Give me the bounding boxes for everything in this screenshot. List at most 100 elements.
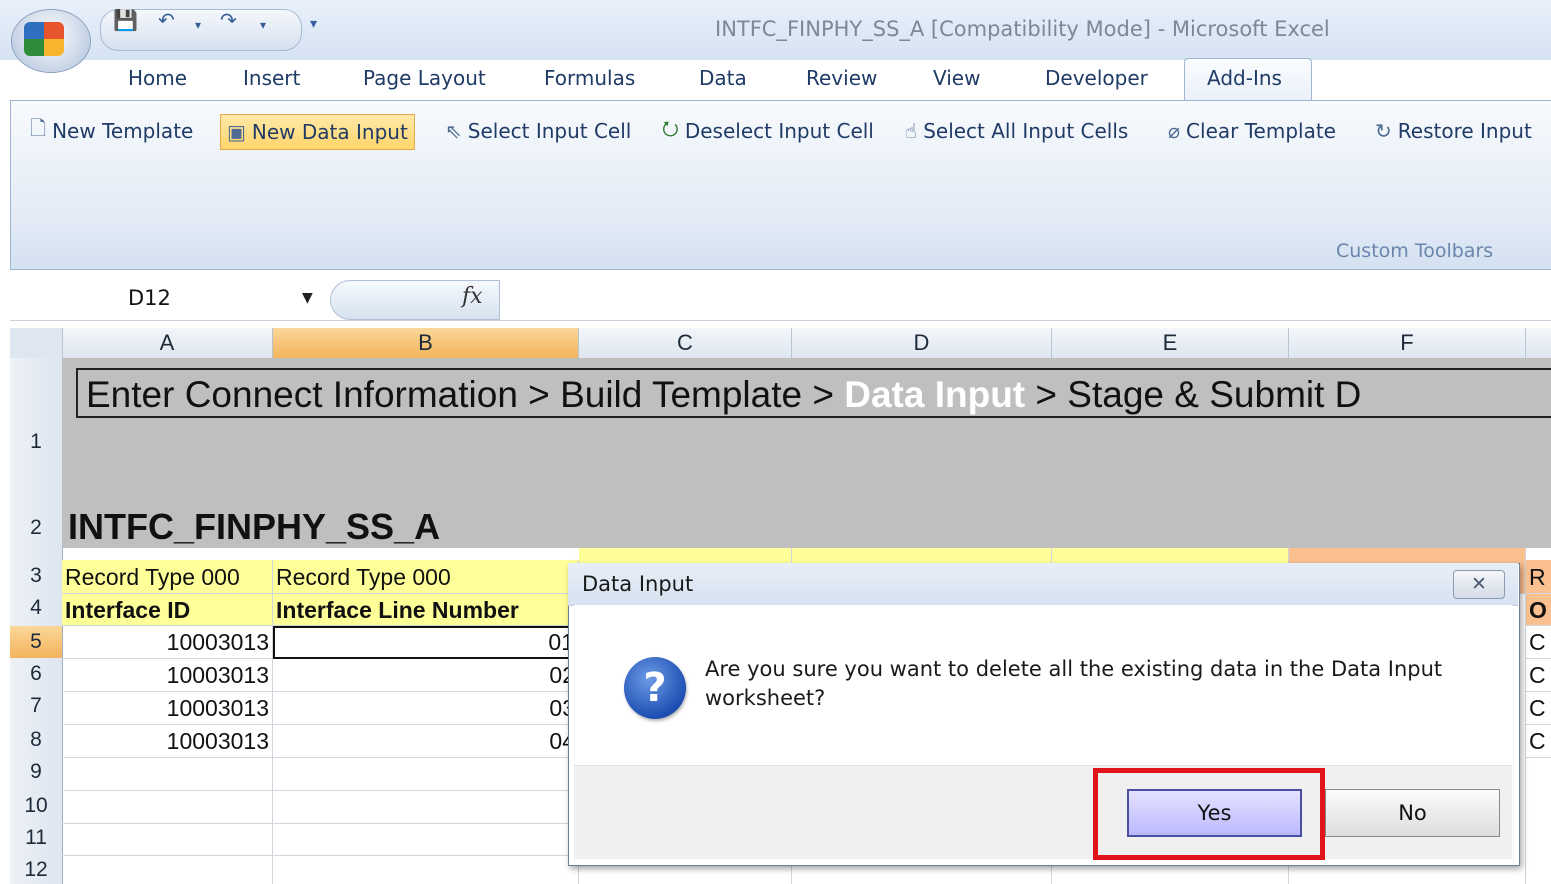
save-icon[interactable]: 💾 (113, 8, 138, 32)
wizard-step-current: Data Input (844, 374, 1026, 415)
select-all-input-cells-button[interactable]: ☝ Select All Input Cells (905, 114, 1128, 148)
sheet-title: INTFC_FINPHY_SS_A (68, 506, 441, 547)
row-header-5[interactable]: 5 (10, 626, 62, 658)
column-header-c[interactable]: C (579, 328, 792, 358)
select-all-corner[interactable] (10, 328, 63, 358)
select-input-cell-button[interactable]: ⇖ Select Input Cell (445, 114, 631, 148)
tab-view[interactable]: View (933, 66, 980, 90)
cell-b3[interactable]: Record Type 000 (273, 560, 579, 594)
cell-b11[interactable] (273, 824, 579, 856)
new-data-input-button[interactable]: ▣ New Data Input (220, 114, 415, 150)
redo-icon[interactable]: ↷ (220, 8, 237, 32)
column-header-f[interactable]: F (1289, 328, 1526, 358)
question-icon: ? (624, 657, 686, 719)
cell-b10[interactable] (273, 791, 579, 824)
cell-g3[interactable]: R (1526, 560, 1551, 594)
dialog-title: Data Input (582, 572, 694, 596)
row-header-10[interactable]: 10 (10, 794, 62, 818)
wizard-step-next: > Stage & Submit D (1025, 374, 1362, 415)
cell-a10[interactable] (62, 791, 273, 824)
deselect-input-cell-button[interactable]: ⭮ Deselect Input Cell (662, 114, 874, 148)
name-box-value: D12 (128, 286, 171, 310)
customize-qat-icon[interactable]: ▾ (310, 16, 317, 32)
tab-insert[interactable]: Insert (243, 66, 300, 90)
restore-input-button[interactable]: ↻ Restore Input (1375, 114, 1532, 148)
row-header-9[interactable]: 9 (10, 760, 62, 784)
undo-dropdown-icon[interactable]: ▾ (195, 18, 201, 32)
deselect-input-cell-label: Deselect Input Cell (684, 119, 874, 143)
tab-formulas[interactable]: Formulas (544, 66, 635, 90)
insert-function-button[interactable]: fx (462, 284, 483, 309)
row-header-4[interactable]: 4 (10, 596, 62, 620)
row-header-2[interactable]: 2 (10, 516, 62, 540)
cell-b4[interactable]: Interface Line Number (273, 594, 579, 626)
tab-add-ins[interactable]: Add-Ins (1207, 66, 1282, 90)
column-header-b[interactable]: B (273, 328, 579, 358)
cell-a5[interactable]: 10003013 (62, 626, 273, 659)
yes-button[interactable]: Yes (1127, 789, 1302, 837)
cell-g4[interactable]: O (1526, 594, 1551, 626)
ribbon-group-label: Custom Toolbars (1336, 240, 1494, 262)
hand-pointer-icon: ☝ (905, 119, 918, 143)
tab-data[interactable]: Data (699, 66, 747, 90)
cell-a6[interactable]: 10003013 (62, 659, 273, 692)
tab-review[interactable]: Review (806, 66, 877, 90)
row-header-8[interactable]: 8 (10, 728, 62, 752)
row-header-12[interactable]: 12 (10, 858, 62, 882)
dialog-message: Are you sure you want to delete all the … (705, 657, 1443, 710)
cell-a11[interactable] (62, 824, 273, 856)
select-input-cell-label: Select Input Cell (467, 119, 632, 143)
document-icon: 🗋 (30, 116, 47, 140)
cell-g7[interactable]: C (1526, 692, 1551, 725)
cell-g5[interactable]: C (1526, 626, 1551, 659)
cell-a7[interactable]: 10003013 (62, 692, 273, 725)
cell-a8[interactable]: 10003013 (62, 725, 273, 758)
undo-icon[interactable]: ↶ (158, 8, 175, 32)
clear-template-label: Clear Template (1186, 119, 1336, 143)
cell-g6[interactable]: C (1526, 659, 1551, 692)
wizard-step-completed: Enter Connect Information > Build Templa… (86, 374, 845, 415)
new-template-button[interactable]: 🗋 New Template (30, 114, 193, 148)
cell-b5-active[interactable]: 01 (273, 626, 579, 659)
cell-b12[interactable] (273, 856, 579, 884)
cell-b6[interactable]: 02 (273, 659, 579, 692)
row-header-1[interactable]: 1 (10, 430, 62, 454)
redo-dropdown-icon[interactable]: ▾ (260, 18, 266, 32)
deselect-icon: ⭮ (662, 116, 679, 140)
row-header-7[interactable]: 7 (10, 694, 62, 718)
dialog-title-bar[interactable] (568, 563, 1518, 606)
cell-a12[interactable] (62, 856, 273, 884)
dialog-close-button[interactable]: ✕ (1453, 570, 1505, 599)
tab-page-layout[interactable]: Page Layout (363, 66, 486, 90)
column-header-a[interactable]: A (62, 328, 273, 358)
tab-developer[interactable]: Developer (1045, 66, 1148, 90)
cell-b8[interactable]: 04 (273, 725, 579, 758)
tab-home[interactable]: Home (128, 66, 187, 90)
restore-icon: ↻ (1375, 119, 1392, 143)
window-title: INTFC_FINPHY_SS_A [Compatibility Mode] -… (715, 17, 1330, 41)
select-all-input-cells-label: Select All Input Cells (923, 119, 1129, 143)
wizard-breadcrumb: Enter Connect Information > Build Templa… (76, 368, 1551, 418)
column-header-g[interactable] (1526, 328, 1551, 358)
form-icon: ▣ (227, 120, 246, 144)
name-box-dropdown-icon[interactable]: ▼ (302, 290, 313, 306)
cell-b7[interactable]: 03 (273, 692, 579, 725)
eraser-icon: ⌀ (1168, 119, 1181, 143)
cell-a3[interactable]: Record Type 000 (62, 560, 273, 594)
new-data-input-label: New Data Input (251, 120, 408, 144)
no-button[interactable]: No (1325, 789, 1500, 837)
column-header-e[interactable]: E (1052, 328, 1289, 358)
row-header-3[interactable]: 3 (10, 564, 62, 588)
clear-template-button[interactable]: ⌀ Clear Template (1168, 114, 1336, 148)
pointer-icon: ⇖ (445, 119, 462, 143)
cell-g8[interactable]: C (1526, 725, 1551, 758)
new-template-label: New Template (52, 119, 194, 143)
cell-a4[interactable]: Interface ID (62, 594, 273, 626)
cell-b9[interactable] (273, 758, 579, 791)
cell-a9[interactable] (62, 758, 273, 791)
row-header-11[interactable]: 11 (10, 826, 62, 850)
column-header-d[interactable]: D (792, 328, 1052, 358)
row-header-6[interactable]: 6 (10, 662, 62, 686)
office-logo-icon (24, 22, 64, 56)
restore-input-label: Restore Input (1397, 119, 1532, 143)
